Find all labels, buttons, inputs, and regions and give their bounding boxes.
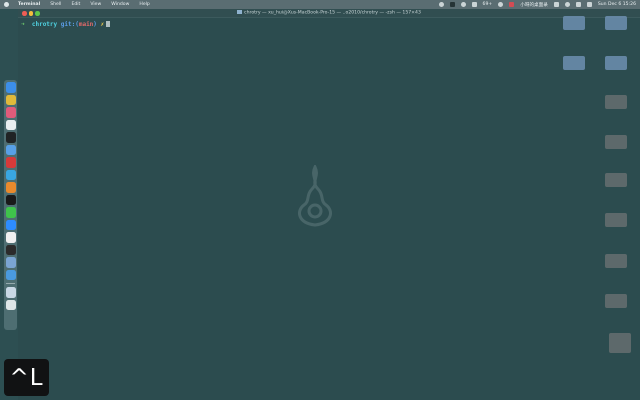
keystroke-overlay: ^L (4, 359, 49, 396)
desktop-item-screenshot[interactable] (605, 135, 627, 149)
desktop-item-folder[interactable] (563, 16, 585, 30)
menu-shell[interactable]: Shell (50, 2, 61, 7)
bluetooth-icon[interactable] (471, 2, 477, 7)
text-cursor (106, 21, 111, 27)
prompt-dirty-mark: ✗ (100, 21, 105, 28)
chrome-icon[interactable] (5, 94, 16, 105)
prompt-arrow: ➜ (21, 21, 25, 28)
menu-window[interactable]: Window (111, 2, 129, 7)
desktop-item-screenshot[interactable] (609, 333, 631, 353)
menu-app-name[interactable]: Terminal (18, 2, 40, 7)
play-icon[interactable] (460, 2, 466, 7)
window-title: chrotry — xu_hui@Xus-MacBook-Pro-15 — ..… (237, 10, 421, 16)
status-text[interactable]: 小呀的桌面录 (520, 2, 548, 8)
control-center-icon[interactable] (586, 2, 592, 7)
notes-icon[interactable] (5, 244, 16, 255)
menu-bar: Terminal Shell Edit View Window Help 69+… (0, 0, 640, 9)
shell-prompt: ➜ chrotry git:(main) ✗ (21, 21, 637, 29)
desktop-item-folder[interactable] (563, 56, 585, 70)
apple-icon[interactable] (4, 2, 9, 7)
status-area: 69+ 小呀的桌面录 Sun Dec 6 15:26 (438, 0, 636, 9)
cleanmaster-icon[interactable] (5, 107, 16, 118)
window-title-text: chrotry — xu_hui@Xus-MacBook-Pro-15 — ..… (244, 10, 421, 16)
dock-separator (6, 283, 15, 284)
desktop-item-screenshot[interactable] (605, 294, 627, 308)
pointer-icon[interactable] (5, 144, 16, 155)
record-icon[interactable] (438, 2, 444, 7)
desktop-item-screenshot[interactable] (605, 254, 627, 268)
menu-edit[interactable]: Edit (71, 2, 80, 7)
notification-icon[interactable] (509, 2, 515, 7)
desktop-item-folder[interactable] (605, 56, 627, 70)
menubar-clock[interactable]: Sun Dec 6 15:26 (598, 2, 636, 7)
zoom-icon[interactable] (5, 219, 16, 230)
prompt-branch: main (78, 21, 94, 28)
trash-icon[interactable] (5, 299, 16, 310)
safari-icon[interactable] (5, 269, 16, 280)
app-status-icon[interactable] (449, 2, 455, 7)
close-button[interactable] (22, 11, 27, 16)
wechat-icon[interactable] (5, 207, 16, 218)
fullscreen-button[interactable] (35, 11, 40, 16)
battery-label[interactable]: 69+ (483, 2, 493, 7)
terminal-icon[interactable] (5, 132, 16, 143)
desktop-item-screenshot[interactable] (605, 213, 627, 227)
search-icon[interactable] (575, 2, 581, 7)
prompt-git-label: git:( (60, 21, 79, 28)
window-titlebar[interactable]: chrotry — xu_hui@Xus-MacBook-Pro-15 — ..… (18, 9, 640, 18)
wechat-status-icon[interactable] (498, 2, 504, 7)
folder-icon (237, 10, 243, 14)
desktop-item-screenshot[interactable] (605, 95, 627, 109)
netease-music-icon[interactable] (5, 157, 16, 168)
menu-view[interactable]: View (90, 2, 101, 7)
preview-icon[interactable] (5, 257, 16, 268)
desktop-item-screenshot[interactable] (605, 173, 627, 187)
photos-icon[interactable] (5, 232, 16, 243)
pycharm-icon[interactable] (5, 194, 16, 205)
files-icon[interactable] (5, 119, 16, 130)
menu-help[interactable]: Help (139, 2, 149, 7)
sublime-icon[interactable] (5, 182, 16, 193)
dock (4, 80, 17, 330)
prompt-directory: chrotry (31, 21, 58, 28)
input-method-icon[interactable] (553, 2, 559, 7)
watermark-logo-icon (297, 165, 333, 227)
wifi-icon[interactable] (564, 2, 570, 7)
downloads-icon[interactable] (5, 287, 16, 298)
prompt-git-close: ) (93, 21, 97, 28)
telegram-icon[interactable] (5, 169, 16, 180)
finder-icon[interactable] (5, 82, 16, 93)
desktop-item-folder[interactable] (605, 16, 627, 30)
traffic-lights (22, 11, 40, 16)
minimize-button[interactable] (28, 11, 33, 16)
